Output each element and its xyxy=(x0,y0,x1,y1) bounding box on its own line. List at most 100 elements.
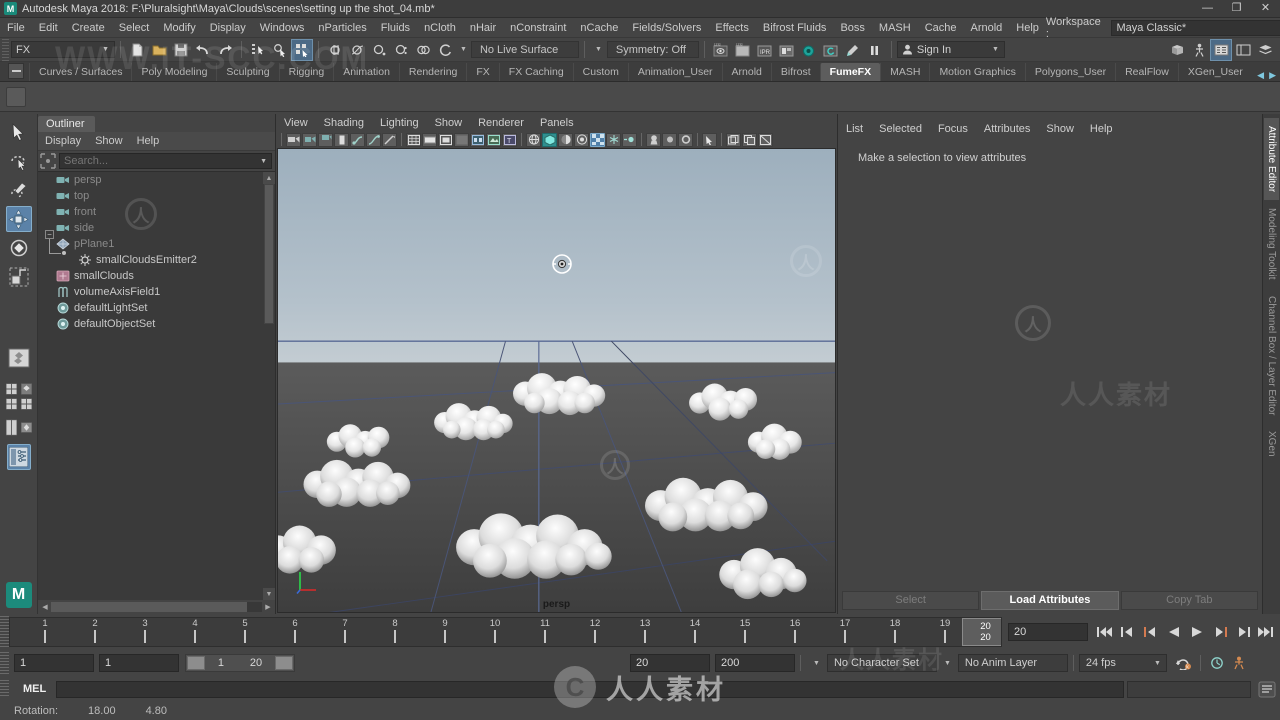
snap-to-grid-icon[interactable] xyxy=(324,39,346,61)
shelf-tab-realflow[interactable]: RealFlow xyxy=(1115,63,1178,81)
shelf-item-placeholder[interactable] xyxy=(6,87,26,107)
range-slider[interactable]: 1 20 xyxy=(185,654,295,672)
menu-ncloth[interactable]: nCloth xyxy=(417,18,463,38)
step-forward-frame-icon[interactable] xyxy=(1209,622,1230,642)
shaded-textured-icon[interactable] xyxy=(558,133,573,147)
new-scene-icon[interactable] xyxy=(126,39,148,61)
grid-icon[interactable] xyxy=(406,133,421,147)
ae-menu-selected[interactable]: Selected xyxy=(871,123,930,135)
open-scene-icon[interactable] xyxy=(148,39,170,61)
xray-toggle-icon[interactable] xyxy=(382,133,397,147)
make-live-icon[interactable] xyxy=(434,39,456,61)
side-tab-mod[interactable]: Modeling Toolkit xyxy=(1264,200,1279,288)
shelf-tab-sculpting[interactable]: Sculpting xyxy=(216,63,278,81)
layer-editor-icon[interactable] xyxy=(1254,39,1276,61)
field-chart-icon[interactable] xyxy=(470,133,485,147)
range-row-grip[interactable] xyxy=(0,652,9,674)
ipr-render-icon[interactable]: 1232 xyxy=(732,39,754,61)
step-forward-keyframe-icon[interactable] xyxy=(1232,622,1253,642)
outliner-item-smallcloudsemitter2[interactable]: smallCloudsEmitter2 xyxy=(38,252,275,268)
scroll-left-icon[interactable]: ◀ xyxy=(39,603,51,611)
viewport-select-icon[interactable] xyxy=(702,133,717,147)
shelf-tab-animation[interactable]: Animation xyxy=(333,63,399,81)
symmetry-field[interactable]: Symmetry: Off xyxy=(607,41,699,58)
outliner-search-box[interactable]: ▼ xyxy=(59,153,272,169)
hypershade-icon[interactable] xyxy=(798,39,820,61)
ae-menu-focus[interactable]: Focus xyxy=(930,123,976,135)
outliner-item-defaultobjectset[interactable]: defaultObjectSet xyxy=(38,316,275,332)
isolate-select-icon[interactable] xyxy=(646,133,661,147)
select-by-hierarchy-icon[interactable] xyxy=(247,39,269,61)
side-tab-attribute-editor[interactable]: Attribute Editor xyxy=(1264,118,1279,200)
perspective-viewport[interactable]: persp xyxy=(277,148,836,613)
outliner-item-smallclouds[interactable]: smallClouds xyxy=(38,268,275,284)
viewport-menu-renderer[interactable]: Renderer xyxy=(470,117,532,129)
two-d-pan-zoom-icon[interactable] xyxy=(350,133,365,147)
outliner-menu-show[interactable]: Show xyxy=(88,135,130,147)
outliner-tab[interactable]: Outliner xyxy=(38,114,275,132)
scrollbar-thumb[interactable] xyxy=(264,184,274,324)
time-slider-grip[interactable] xyxy=(0,616,9,648)
ae-menu-list[interactable]: List xyxy=(838,123,871,135)
snap-to-curve-icon[interactable] xyxy=(346,39,368,61)
menu-help[interactable]: Help xyxy=(1009,18,1046,38)
viewport-menu-panels[interactable]: Panels xyxy=(532,117,582,129)
rotate-manipulator-icon[interactable] xyxy=(551,253,573,275)
render-view-icon[interactable] xyxy=(820,39,842,61)
snap-to-view-plane-icon[interactable] xyxy=(412,39,434,61)
go-to-start-icon[interactable] xyxy=(1094,622,1115,642)
time-slider[interactable]: 1 2 3 4 5 6 7 8 9 10 11 12 13 1 xyxy=(9,617,1002,647)
menu-file[interactable]: File xyxy=(0,18,32,38)
last-tool-used-layout[interactable] xyxy=(6,345,32,371)
render-settings-icon[interactable] xyxy=(776,39,798,61)
menu-display[interactable]: Display xyxy=(203,18,253,38)
animation-start-time-field[interactable]: 1 xyxy=(14,654,94,672)
redo-icon[interactable] xyxy=(214,39,236,61)
select-camera-icon[interactable] xyxy=(286,133,301,147)
character-set-chevron-icon[interactable]: ▼ xyxy=(806,660,827,667)
animation-end-time-field[interactable]: 200 xyxy=(715,654,795,672)
menu-nparticles[interactable]: nParticles xyxy=(311,18,373,38)
anim-layer-chevron-icon[interactable]: ▼ xyxy=(937,660,958,667)
auto-keyframe-icon[interactable]: k xyxy=(1173,653,1195,673)
play-backwards-icon[interactable] xyxy=(1163,622,1184,642)
xray-joints-icon[interactable] xyxy=(662,133,677,147)
current-time-indicator[interactable]: 20 20 xyxy=(962,618,1002,646)
ae-menu-attributes[interactable]: Attributes xyxy=(976,123,1038,135)
load-attributes-button[interactable]: Load Attributes xyxy=(981,591,1118,610)
paint-select-tool[interactable] xyxy=(6,177,32,203)
viewport-panel-copy-icon[interactable] xyxy=(726,133,741,147)
select-by-object-icon[interactable] xyxy=(269,39,291,61)
character-icon[interactable] xyxy=(1228,653,1250,673)
resolution-gate-icon[interactable] xyxy=(438,133,453,147)
shelf-tab-xgen-user[interactable]: XGen_User xyxy=(1178,63,1252,81)
use-all-lights-icon[interactable] xyxy=(574,133,589,147)
playback-end-time-field[interactable]: 20 xyxy=(630,654,710,672)
viewport-maximize-icon[interactable] xyxy=(758,133,773,147)
gate-mask-icon[interactable] xyxy=(454,133,469,147)
wireframe-icon[interactable] xyxy=(526,133,541,147)
scale-tool[interactable] xyxy=(6,264,32,290)
modeling-toolkit-icon[interactable] xyxy=(1166,39,1188,61)
shelf-tab-rendering[interactable]: Rendering xyxy=(399,63,466,81)
chevron-down-icon[interactable]: ▼ xyxy=(460,46,467,53)
copy-tab-button[interactable]: Copy Tab xyxy=(1121,591,1258,610)
command-input-field[interactable] xyxy=(56,681,1124,698)
four-view-layout[interactable] xyxy=(5,382,18,395)
snap-to-projected-center-icon[interactable] xyxy=(390,39,412,61)
statusline-grip[interactable] xyxy=(2,39,9,61)
viewport-tear-off-icon[interactable] xyxy=(742,133,757,147)
menuset-dropdown[interactable]: FX ▼ xyxy=(11,41,115,58)
render-sequence-icon[interactable]: IPR xyxy=(754,39,776,61)
select-by-component-icon[interactable] xyxy=(291,39,313,61)
outliner-tree[interactable]: − persp top front side xyxy=(38,171,275,600)
outliner-vertical-scrollbar[interactable]: ▲ ▼ xyxy=(263,172,275,600)
outliner-item-top[interactable]: top xyxy=(38,188,275,204)
command-language-label[interactable]: MEL xyxy=(9,683,56,695)
outliner-item-defaultlightset[interactable]: defaultLightSet xyxy=(38,300,275,316)
shelf-tab-poly-modeling[interactable]: Poly Modeling xyxy=(131,63,216,81)
character-set-dropdown[interactable]: No Character Set xyxy=(827,654,937,672)
shelf-tab-polygons-user[interactable]: Polygons_User xyxy=(1025,63,1115,81)
character-controls-icon[interactable] xyxy=(1188,39,1210,61)
pause-render-icon[interactable] xyxy=(864,39,886,61)
